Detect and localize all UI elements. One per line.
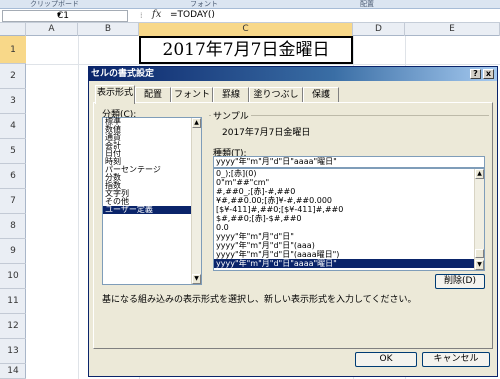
category-list[interactable]: 標準 数値 通貨 会計 日付 時刻 パーセンテージ 分数 指数 文字列 その他 … (102, 117, 202, 285)
tab-font[interactable]: フォント (171, 87, 213, 103)
chevron-down-icon[interactable]: ▾ (57, 10, 125, 19)
formula-input[interactable]: =TODAY() (170, 10, 215, 20)
row-header-7[interactable]: 7 (0, 189, 26, 214)
row-header-8[interactable]: 8 (0, 214, 26, 239)
tab-border[interactable]: 罫線 (213, 87, 249, 103)
name-box[interactable]: C1 ▾ (2, 10, 128, 22)
row-header-11[interactable]: 11 (0, 289, 26, 314)
category-item-selected[interactable]: ユーザー定義 (103, 206, 201, 214)
category-scrollbar[interactable]: ▲ ▼ (191, 118, 201, 284)
ribbon-group-labels: クリップボード フォント 配置 (0, 0, 500, 9)
format-item[interactable]: yyyy"年"m"月"d"日"(aaaa曜日") (214, 250, 484, 259)
column-header-e[interactable]: E (405, 23, 500, 36)
format-cells-dialog: セルの書式設定 ? x 表示形式 配置 フォント 罫線 塗りつぶし 保護 分類(… (88, 66, 498, 377)
sample-label: サンプル (211, 109, 251, 122)
column-header-a[interactable]: A (26, 23, 78, 36)
scroll-up-icon[interactable]: ▲ (475, 169, 484, 179)
scroll-up-icon[interactable]: ▲ (192, 118, 201, 128)
row-header-14[interactable]: 14 (0, 364, 26, 379)
row-header-13[interactable]: 13 (0, 339, 26, 364)
scroll-thumb[interactable] (475, 249, 484, 258)
tab-alignment[interactable]: 配置 (135, 87, 171, 103)
row-header-9[interactable]: 9 (0, 239, 26, 264)
type-input[interactable]: yyyy"年"m"月"d"日"aaaa"曜日" (213, 156, 485, 168)
row-header-6[interactable]: 6 (0, 164, 26, 189)
scroll-down-icon[interactable]: ▼ (192, 274, 201, 284)
format-scrollbar[interactable]: ▲ ▼ (474, 169, 484, 270)
column-header-d[interactable]: D (353, 23, 405, 36)
delete-button[interactable]: 削除(D) (435, 274, 485, 289)
column-header-c[interactable]: C (139, 23, 353, 36)
format-item[interactable]: ¥#,##0.00;[赤]¥-#,##0.000 (214, 196, 484, 205)
formula-bar: C1 ▾ ⁞ fx =TODAY() (0, 9, 500, 23)
ribbon-font-label: フォント (190, 0, 218, 8)
column-header-row: A B C D E (0, 23, 500, 36)
tab-number[interactable]: 表示形式 (95, 85, 135, 104)
column-header-b[interactable]: B (78, 23, 139, 36)
row-header-4[interactable]: 4 (0, 114, 26, 139)
format-item[interactable]: 0"m"##"cm" (214, 178, 484, 187)
formula-separator: ⁞ (140, 11, 143, 20)
row-header-10[interactable]: 10 (0, 264, 26, 289)
dialog-titlebar[interactable]: セルの書式設定 ? x (89, 67, 497, 81)
tab-fill[interactable]: 塗りつぶし (249, 87, 303, 103)
description-text: 基になる組み込みの表示形式を選択し、新しい表示形式を入力してください。 (102, 295, 417, 305)
dialog-title: セルの書式設定 (91, 69, 155, 79)
ribbon-alignment-label: 配置 (360, 0, 374, 8)
row-header-12[interactable]: 12 (0, 314, 26, 339)
sample-value: 2017年7月7日金曜日 (222, 128, 311, 138)
cell-c1[interactable]: 2017年7月7日金曜日 (139, 36, 353, 64)
format-item[interactable]: [$¥-411]#,##0;[$¥-411]#,##0 (214, 205, 484, 214)
fx-icon[interactable]: fx (152, 9, 161, 20)
row-header-column: 1 2 3 4 5 6 7 8 9 10 11 12 13 14 (0, 36, 26, 379)
row-header-5[interactable]: 5 (0, 139, 26, 164)
close-button[interactable]: x (483, 69, 494, 79)
cancel-button[interactable]: キャンセル (422, 352, 490, 367)
format-list[interactable]: 0_);[赤](0) 0"m"##"cm" #,##0_;[赤]-#,##0 ¥… (213, 168, 485, 271)
format-item[interactable]: yyyy"年"m"月"d"日"(aaa) (214, 241, 484, 250)
gridline (26, 64, 500, 65)
format-item[interactable]: 0_);[赤](0) (214, 169, 484, 178)
gridline (78, 36, 79, 379)
format-item-selected[interactable]: yyyy"年"m"月"d"日"aaaa"曜日" (214, 259, 484, 268)
tab-protection[interactable]: 保護 (303, 87, 339, 103)
select-all-corner[interactable] (0, 23, 26, 36)
format-item[interactable]: 0.0 (214, 223, 484, 232)
format-item[interactable]: yyyy"年"m"月"d"日" (214, 232, 484, 241)
help-button[interactable]: ? (470, 69, 481, 79)
ribbon-clipboard-label: クリップボード (30, 0, 79, 8)
format-item[interactable]: #,##0_;[赤]-#,##0 (214, 187, 484, 196)
row-header-2[interactable]: 2 (0, 64, 26, 89)
row-header-3[interactable]: 3 (0, 89, 26, 114)
row-header-1[interactable]: 1 (0, 36, 26, 64)
ok-button[interactable]: OK (355, 352, 417, 367)
scroll-down-icon[interactable]: ▼ (475, 260, 484, 270)
format-item[interactable]: $#,##0;[赤]-$#,##0 (214, 214, 484, 223)
